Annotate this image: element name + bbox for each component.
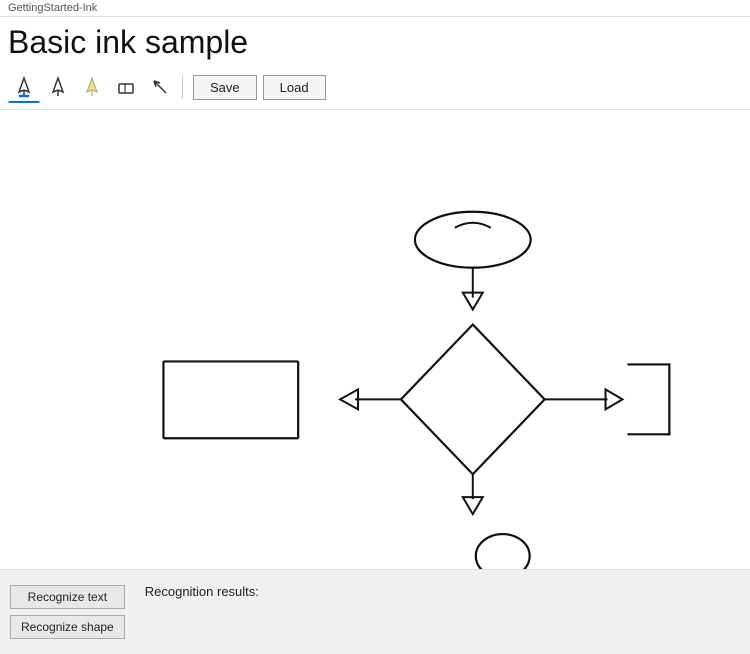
ink-canvas[interactable] — [0, 109, 750, 569]
toolbar-separator — [182, 75, 183, 99]
lasso-icon — [150, 77, 170, 97]
eraser-icon — [116, 77, 136, 97]
recognition-results-label: Recognition results: — [145, 580, 259, 599]
pen1-tool-button[interactable] — [8, 71, 40, 103]
recognize-text-button[interactable]: Recognize text — [10, 585, 125, 609]
highlighter-tool-button[interactable] — [76, 71, 108, 103]
eraser-tool-button[interactable] — [110, 71, 142, 103]
recognize-shape-button[interactable]: Recognize shape — [10, 615, 125, 639]
title-bar: GettingStarted-Ink — [0, 0, 750, 17]
highlighter-icon — [82, 76, 102, 98]
header: Basic ink sample — [0, 17, 750, 109]
title-bar-text: GettingStarted-Ink — [8, 2, 97, 14]
page-title: Basic ink sample — [8, 23, 742, 61]
toolbar: Save Load — [8, 67, 742, 109]
bottom-bar: Recognize text Recognize shape Recogniti… — [0, 569, 750, 654]
load-button[interactable]: Load — [263, 75, 326, 100]
save-button[interactable]: Save — [193, 75, 257, 100]
bottom-buttons: Recognize text Recognize shape — [10, 585, 125, 639]
pen2-tool-button[interactable] — [42, 71, 74, 103]
ink-drawing — [0, 110, 750, 569]
lasso-tool-button[interactable] — [144, 71, 176, 103]
pen2-icon — [48, 76, 68, 98]
pen1-icon — [14, 76, 34, 98]
